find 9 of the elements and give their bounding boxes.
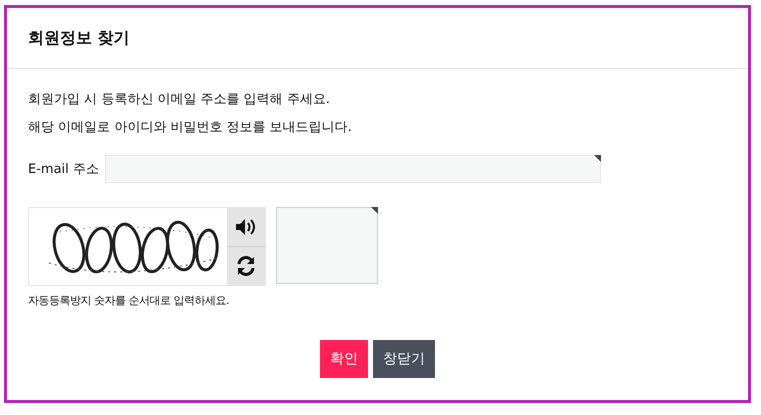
captcha-hint: 자동등록방지 숫자를 순서대로 입력하세요. <box>28 293 230 308</box>
email-label: E-mail 주소 <box>28 161 99 178</box>
close-button[interactable]: 창닫기 <box>373 340 435 378</box>
email-field[interactable] <box>104 155 601 183</box>
instruction-text: 해당 이메일로 아이디와 비밀번호 정보를 보내드립니다. <box>28 119 353 137</box>
confirm-button[interactable]: 확인 <box>320 340 368 378</box>
dialog-title: 회원정보 찾기 <box>28 28 130 48</box>
instruction-text: 회원가입 시 등록하신 이메일 주소를 입력해 주세요. <box>28 91 331 109</box>
captcha-answer-field[interactable] <box>276 207 378 284</box>
